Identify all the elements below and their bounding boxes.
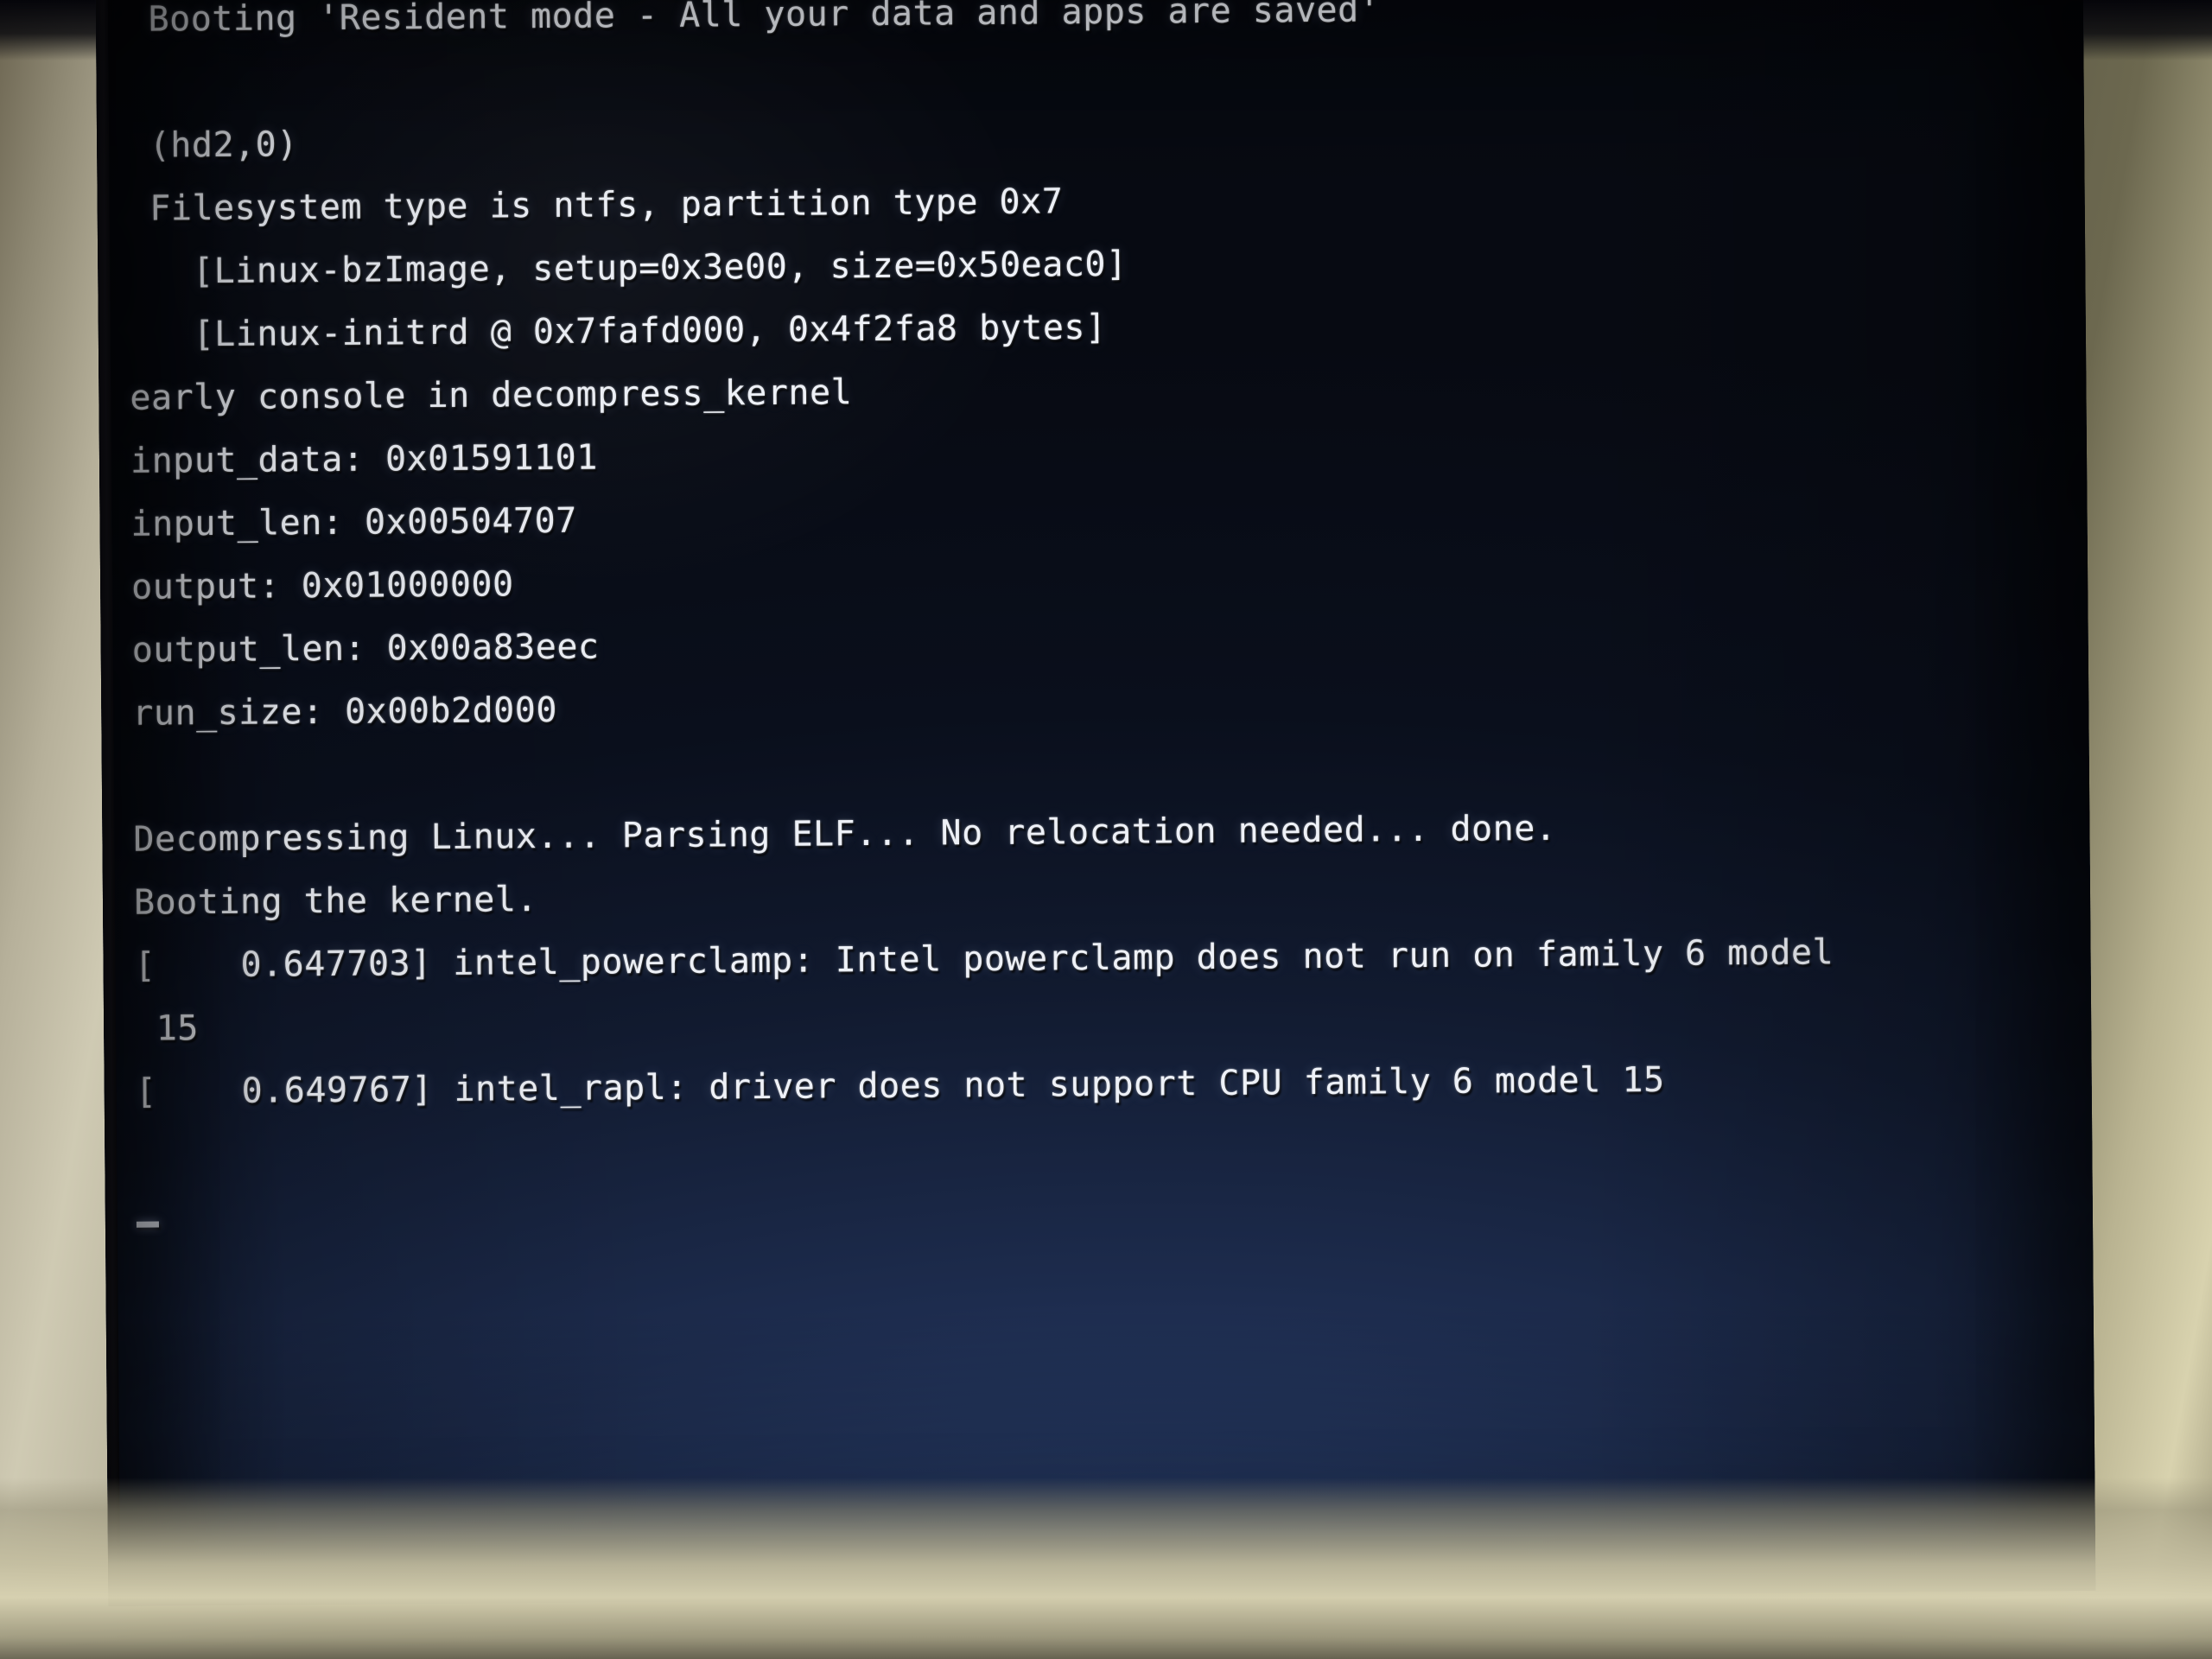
monitor-photograph: Booting 'Resident mode - All your data a… (0, 0, 2212, 1659)
boot-console-output: Booting 'Resident mode - All your data a… (127, 0, 2075, 1250)
text-cursor-icon (136, 1221, 159, 1228)
display-panel: Booting 'Resident mode - All your data a… (95, 0, 2096, 1607)
bezel-bottom (0, 1478, 2212, 1659)
screen-area: Booting 'Resident mode - All your data a… (95, 0, 2096, 1607)
